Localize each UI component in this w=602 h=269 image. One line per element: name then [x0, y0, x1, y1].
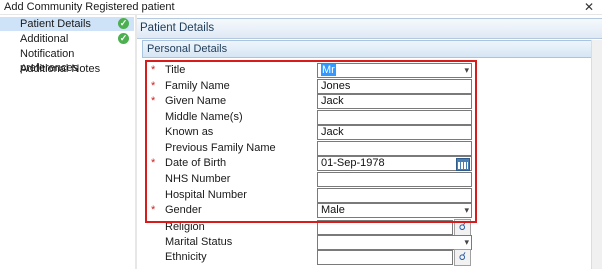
date-of-birth-field[interactable]: 01-Sep-1978: [317, 156, 472, 171]
field-label: Middle Name(s): [165, 111, 243, 123]
window-title: Add Community Registered patient: [4, 1, 175, 13]
check-circle-icon: ✓: [118, 18, 129, 29]
field-label: Family Name: [165, 80, 230, 92]
religion-field[interactable]: [317, 220, 453, 235]
field-value: Mr: [321, 64, 336, 76]
field-label: Gender: [165, 204, 202, 216]
form-row-hospital-number: Hospital Number: [0, 188, 602, 203]
required-marker: *: [151, 157, 156, 169]
chevron-down-icon[interactable]: ▾: [464, 236, 469, 249]
known-as-field[interactable]: Jack: [317, 125, 472, 140]
form-row-known-as: Known as Jack: [0, 125, 602, 140]
form-row-marital-status: Marital Status ▾: [0, 235, 602, 250]
sidebar-item-label: Patient Details: [20, 18, 91, 30]
chevron-down-icon[interactable]: ▾: [464, 64, 469, 77]
field-label: NHS Number: [165, 173, 231, 185]
middle-names-field[interactable]: [317, 110, 472, 125]
previous-family-name-field[interactable]: [317, 141, 472, 156]
field-label: Hospital Number: [165, 189, 247, 201]
magnifier-icon[interactable]: ☌: [454, 219, 471, 236]
field-label: Title: [165, 64, 186, 76]
nhs-number-field[interactable]: [317, 172, 472, 187]
form-row-previous-family-name: Previous Family Name: [0, 141, 602, 156]
field-label: Known as: [165, 126, 214, 138]
form-row-family-name: * Family Name Jones: [0, 79, 602, 94]
calendar-icon[interactable]: [456, 158, 470, 171]
check-circle-icon: ✓: [118, 33, 129, 44]
title-bar: Add Community Registered patient ✕: [0, 0, 602, 15]
vertical-scrollbar[interactable]: [591, 40, 602, 269]
chevron-down-icon[interactable]: ▾: [464, 204, 469, 217]
ethnicity-field[interactable]: [317, 250, 453, 265]
panel-header: Patient Details: [137, 18, 602, 39]
marital-status-combo[interactable]: ▾: [317, 235, 472, 250]
field-label: Ethnicity: [165, 251, 207, 263]
title-combo[interactable]: Mr ▾: [317, 63, 472, 78]
form-row-given-name: * Given Name Jack: [0, 94, 602, 109]
form-row-title: * Title Mr ▾: [0, 63, 602, 78]
given-name-field[interactable]: Jack: [317, 94, 472, 109]
sidebar-item-label: Additional: [20, 33, 69, 45]
section-title: Personal Details: [147, 43, 228, 55]
form-row-ethnicity: Ethnicity ☌: [0, 249, 602, 266]
field-label: Previous Family Name: [165, 142, 276, 154]
field-value: Male: [321, 204, 345, 216]
section-header[interactable]: Personal Details: [142, 40, 601, 58]
sidebar-item-notification-preferences[interactable]: Notification preferences: [0, 47, 134, 74]
form-row-middle-names: Middle Name(s): [0, 110, 602, 125]
sidebar-item-additional[interactable]: Additional ✓: [0, 32, 134, 46]
field-value: 01-Sep-1978: [321, 157, 385, 169]
form-row-date-of-birth: * Date of Birth 01-Sep-1978: [0, 156, 602, 171]
required-marker: *: [151, 80, 156, 92]
field-label: Marital Status: [165, 236, 233, 248]
form-row-gender: * Gender Male ▾: [0, 203, 602, 218]
field-label: Date of Birth: [165, 157, 227, 169]
close-icon[interactable]: ✕: [584, 0, 594, 14]
hospital-number-field[interactable]: [317, 188, 472, 203]
magnifier-icon[interactable]: ☌: [454, 249, 471, 266]
gender-combo[interactable]: Male ▾: [317, 203, 472, 218]
field-label: Religion: [165, 221, 205, 233]
form-row-religion: Religion ☌: [0, 219, 602, 236]
required-marker: *: [151, 64, 156, 76]
family-name-field[interactable]: Jones: [317, 79, 472, 94]
panel-title: Patient Details: [140, 22, 215, 34]
sidebar-item-patient-details[interactable]: Patient Details ✓: [0, 17, 134, 31]
form-row-nhs-number: NHS Number: [0, 172, 602, 187]
required-marker: *: [151, 95, 156, 107]
required-marker: *: [151, 204, 156, 216]
field-label: Given Name: [165, 95, 227, 107]
